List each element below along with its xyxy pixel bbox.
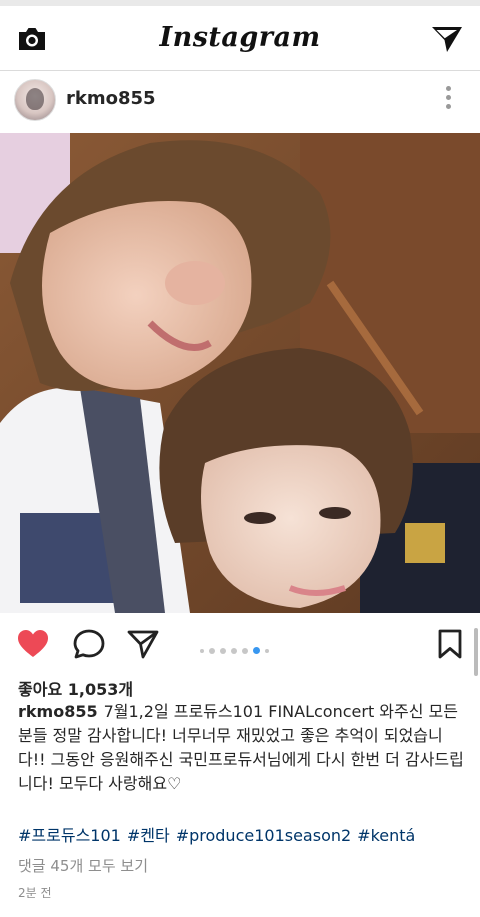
likes-count[interactable]: 좋아요 1,053개 bbox=[18, 676, 133, 700]
carousel-dot bbox=[220, 647, 226, 654]
carousel-dot-active bbox=[253, 647, 260, 654]
scrollbar[interactable] bbox=[474, 628, 478, 676]
hashtag-link[interactable]: #프로듀스101 bbox=[18, 826, 121, 845]
hashtags: #프로듀스101 #켄타 #produce101season2 #kentá bbox=[18, 822, 421, 846]
bookmark-icon[interactable] bbox=[436, 628, 464, 660]
heart-icon[interactable] bbox=[16, 628, 50, 660]
hashtag-link[interactable]: #켄타 bbox=[127, 826, 170, 845]
carousel-dot bbox=[209, 647, 215, 654]
post-username[interactable]: rkmo855 bbox=[66, 88, 156, 109]
post-timestamp: 2분 전 bbox=[18, 886, 52, 900]
avatar[interactable] bbox=[14, 79, 56, 121]
direct-message-icon[interactable] bbox=[430, 24, 464, 54]
more-options-icon[interactable] bbox=[442, 86, 454, 112]
carousel-dot bbox=[231, 647, 237, 654]
hashtag-link[interactable]: #kentá bbox=[357, 826, 415, 845]
carousel-dot bbox=[265, 648, 269, 653]
post-actions bbox=[0, 613, 480, 671]
carousel-indicator bbox=[200, 640, 274, 654]
caption-username[interactable]: rkmo855 bbox=[18, 702, 98, 721]
post-photo[interactable] bbox=[0, 133, 480, 613]
carousel-dot bbox=[242, 647, 248, 654]
caption: rkmo855 7월1,2일 프로듀스101 FINALconcert 와주신 모… bbox=[18, 700, 466, 796]
share-icon[interactable] bbox=[126, 628, 160, 660]
app-logo: Instagram bbox=[159, 22, 321, 53]
carousel-dot bbox=[200, 648, 204, 653]
comment-icon[interactable] bbox=[72, 628, 106, 660]
view-comments-link[interactable]: 댓글 45개 모두 보기 bbox=[18, 855, 148, 876]
hashtag-link[interactable]: #produce101season2 bbox=[176, 826, 351, 845]
top-app-bar: Instagram bbox=[0, 6, 480, 71]
post-header: rkmo855 bbox=[0, 70, 480, 132]
